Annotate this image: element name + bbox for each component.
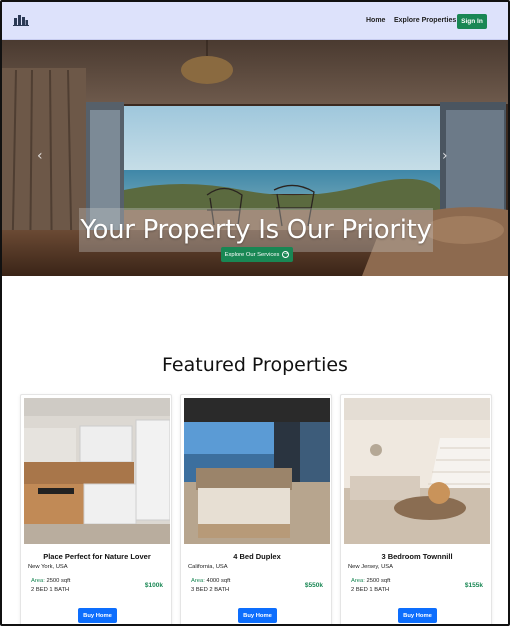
circle-arrow-right-icon: → xyxy=(282,251,290,258)
area-value: 2500 sqft xyxy=(46,578,71,584)
explore-services-button[interactable]: Explore Our Services → xyxy=(221,247,293,262)
chevron-left-icon[interactable]: ‹ xyxy=(37,148,43,164)
property-title: 3 Bedroom Townnill xyxy=(381,552,453,561)
explore-services-label: Explore Our Services xyxy=(224,251,280,258)
property-card: 3 Bedroom Townnill New Jersey, USA Area:… xyxy=(340,394,492,624)
building-icon[interactable] xyxy=(13,14,29,26)
property-price: $550k xyxy=(304,582,323,589)
property-area: Area: 2500 sqft xyxy=(351,578,390,584)
property-price: $100k xyxy=(144,582,163,589)
property-beds: 3 BED 2 BATH xyxy=(191,587,230,593)
hero-carousel: ‹ › Your Property Is Our Priority Explor… xyxy=(2,40,508,276)
property-beds: 2 BED 1 BATH xyxy=(31,587,70,593)
area-value: 2500 sqft xyxy=(366,578,391,584)
area-label: Area: xyxy=(31,578,45,584)
area-value: 4000 sqft xyxy=(206,578,231,584)
property-beds: 2 BED 1 BATH xyxy=(351,587,390,593)
area-label: Area: xyxy=(191,578,205,584)
property-title: 4 Bed Duplex xyxy=(233,552,281,561)
page-frame: Home Explore Properties Sign In ‹ › Your… xyxy=(0,0,510,626)
property-card: 4 Bed Duplex California, USA Area: 4000 … xyxy=(180,394,332,624)
property-title: Place Perfect for Nature Lover xyxy=(43,552,151,561)
property-image xyxy=(24,398,170,544)
property-location: California, USA xyxy=(188,564,228,570)
navbar: Home Explore Properties Sign In xyxy=(2,2,508,40)
featured-heading: Featured Properties xyxy=(162,354,348,376)
property-image xyxy=(344,398,490,544)
property-area: Area: 4000 sqft xyxy=(191,578,230,584)
buy-home-button[interactable]: Buy Home xyxy=(238,608,277,623)
hero-caption: Your Property Is Our Priority xyxy=(79,208,433,252)
property-area: Area: 2500 sqft xyxy=(31,578,70,584)
hero-title: Your Property Is Our Priority xyxy=(80,215,432,245)
property-card: Place Perfect for Nature Lover New York,… xyxy=(20,394,172,624)
property-location: New York, USA xyxy=(28,564,68,570)
area-label: Area: xyxy=(351,578,365,584)
property-location: New Jersey, USA xyxy=(348,564,393,570)
sign-in-button[interactable]: Sign In xyxy=(457,14,487,29)
nav-explore-link[interactable]: Explore Properties xyxy=(394,17,456,24)
property-price: $155k xyxy=(464,582,483,589)
chevron-right-icon[interactable]: › xyxy=(442,148,448,164)
buy-home-button[interactable]: Buy Home xyxy=(78,608,117,623)
property-image xyxy=(184,398,330,544)
nav-home-link[interactable]: Home xyxy=(366,17,385,24)
buy-home-button[interactable]: Buy Home xyxy=(398,608,437,623)
